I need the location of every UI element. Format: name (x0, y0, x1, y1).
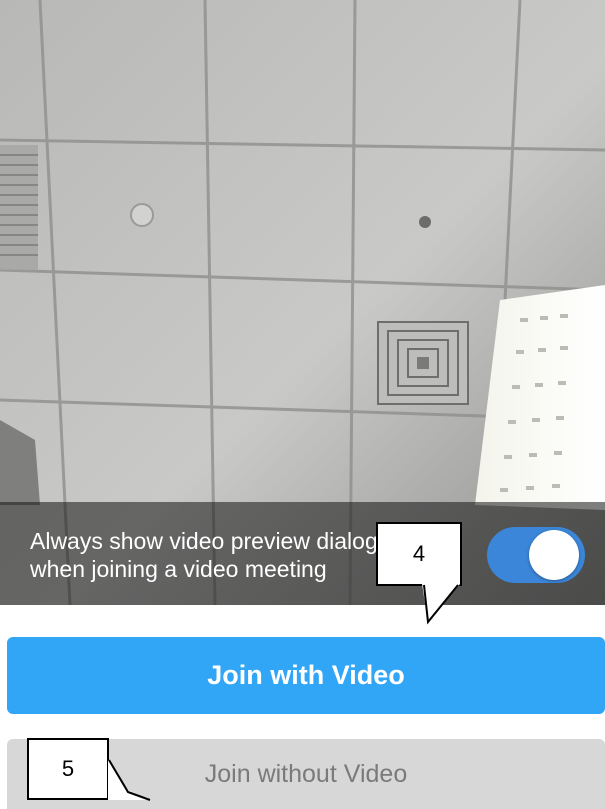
callout-4: 4 (376, 522, 462, 586)
callout-4-number: 4 (412, 541, 426, 566)
video-preview-screen: Always show video preview dialog when jo… (0, 0, 605, 809)
callout-4-pointer (422, 584, 460, 625)
callout-5-pointer (108, 759, 151, 801)
always-show-preview-label: Always show video preview dialog when jo… (30, 528, 378, 582)
always-show-preview-toggle[interactable] (487, 527, 585, 583)
callout-5-number: 5 (61, 756, 75, 781)
callout-5: 5 (27, 738, 109, 800)
wall-vent (0, 145, 38, 270)
join-with-video-button[interactable]: Join with Video (7, 637, 605, 714)
ceiling-air-vent (377, 321, 469, 405)
toggle-knob (529, 530, 579, 580)
